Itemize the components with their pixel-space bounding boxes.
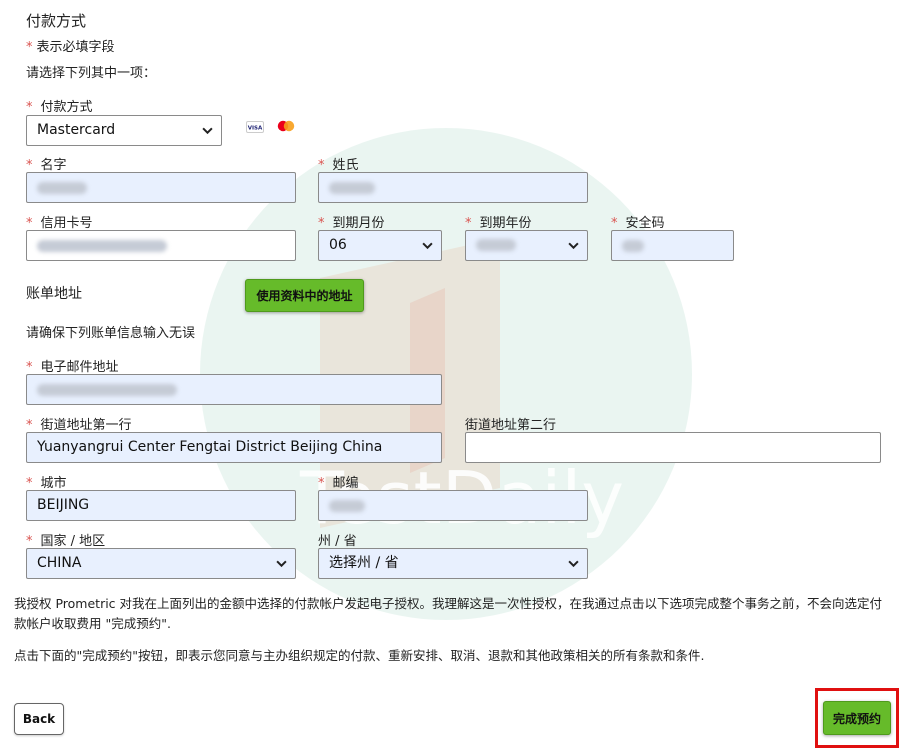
last-name-label: * 姓氏 [318, 158, 359, 173]
card-number-label: * 信用卡号 [26, 216, 93, 231]
chevron-down-icon [276, 560, 287, 568]
terms-text: 点击下面的"完成预约"按钮，即表示您同意与主办组织规定的付款、重新安排、取消、退… [14, 648, 705, 663]
complete-booking-button[interactable]: 完成预约 [823, 701, 891, 735]
exp-month-label: * 到期月份 [318, 216, 385, 231]
state-label: 州 / 省 [318, 534, 357, 549]
payment-method-label: * 付款方式 [26, 100, 93, 115]
first-name-label: * 名字 [26, 158, 67, 173]
svg-text:VISA: VISA [248, 126, 263, 132]
last-name-field[interactable] [318, 172, 588, 203]
street2-field[interactable] [465, 432, 881, 463]
street1-label: * 街道地址第一行 [26, 418, 132, 433]
email-label: * 电子邮件地址 [26, 360, 119, 375]
exp-year-label: * 到期年份 [465, 216, 532, 231]
required-legend: * 表示必填字段 [26, 40, 115, 55]
payment-method-select[interactable]: Mastercard [26, 115, 222, 146]
cvv-label: * 安全码 [611, 216, 665, 231]
street2-label: 街道地址第二行 [465, 418, 557, 433]
chevron-down-icon [422, 242, 433, 250]
postal-field[interactable] [318, 490, 588, 521]
email-field[interactable] [26, 374, 442, 405]
chevron-down-icon [202, 127, 213, 135]
first-name-field[interactable] [26, 172, 296, 203]
billing-confirm-note: 请确保下列账单信息输入无误 [26, 326, 196, 341]
city-label: * 城市 [26, 476, 67, 491]
cvv-field[interactable] [611, 230, 734, 261]
postal-label: * 邮编 [318, 476, 359, 491]
authorization-text: 我授权 Prometric 对我在上面列出的金额中选择的付款帐户发起电子授权。我… [14, 596, 883, 631]
billing-title: 账单地址 [26, 286, 82, 302]
visa-icon: VISA [246, 121, 264, 133]
city-field[interactable]: BEIJING [26, 490, 296, 521]
exp-year-select[interactable] [465, 230, 588, 261]
country-label: * 国家 / 地区 [26, 534, 106, 549]
chevron-down-icon [568, 242, 579, 250]
country-select[interactable]: CHINA [26, 548, 296, 579]
choose-one-note: 请选择下列其中一项： [26, 66, 157, 81]
exp-month-select[interactable]: 06 [318, 230, 442, 261]
mastercard-icon [277, 120, 295, 132]
back-button[interactable]: Back [14, 703, 64, 735]
chevron-down-icon [568, 560, 579, 568]
page-title: 付款方式 [26, 12, 87, 30]
card-number-field[interactable] [26, 230, 296, 261]
state-select[interactable]: 选择州 / 省 [318, 548, 588, 579]
use-profile-address-button[interactable]: 使用资料中的地址 [245, 279, 364, 312]
street1-field[interactable]: Yuanyangrui Center Fengtai District Beij… [26, 432, 442, 463]
